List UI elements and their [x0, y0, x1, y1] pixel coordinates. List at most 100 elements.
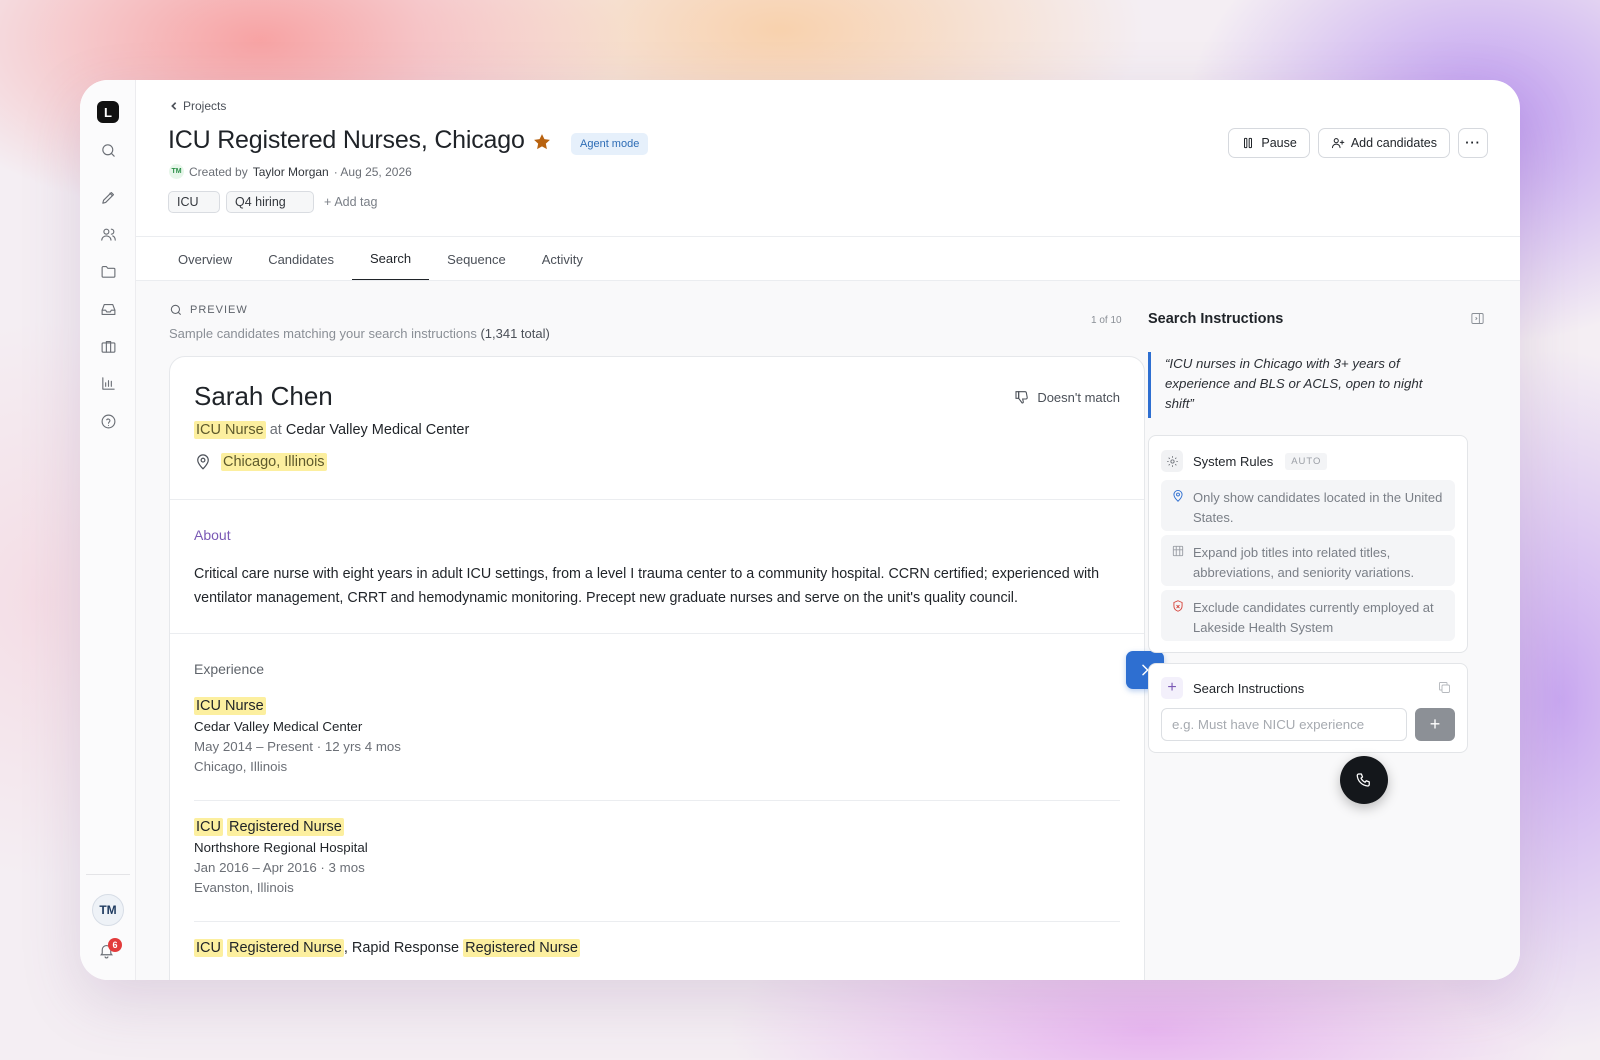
card-divider: [170, 499, 1144, 500]
search-instruction-input[interactable]: [1161, 708, 1407, 741]
more-options-button[interactable]: ···: [1458, 128, 1488, 158]
search-icon[interactable]: [98, 140, 118, 160]
highlighted-title: ICU Nurse: [194, 697, 266, 715]
notification-badge: 6: [108, 938, 122, 952]
highlighted-title: ICU: [194, 818, 223, 836]
highlighted-title: ICU: [194, 939, 223, 957]
candidate-name[interactable]: Sarah Chen: [194, 381, 333, 412]
experience-divider: [194, 800, 1120, 801]
edit-icon[interactable]: [98, 187, 118, 207]
experience-company: Cedar Valley Medical Center: [194, 719, 363, 734]
breadcrumb-label[interactable]: Projects: [183, 99, 226, 113]
preview-header: PREVIEW: [169, 303, 248, 317]
star-icon[interactable]: [532, 132, 552, 152]
add-tag-button[interactable]: + Add tag: [324, 195, 377, 209]
tab-candidates[interactable]: Candidates: [250, 237, 352, 281]
folder-icon[interactable]: [98, 261, 118, 281]
highlighted-title: Registered Nurse: [463, 939, 580, 957]
add-candidates-label: Add candidates: [1350, 136, 1437, 150]
user-plus-icon: [1331, 138, 1345, 149]
search-content: PREVIEW Sample candidates matching your …: [136, 281, 1520, 980]
candidate-location: Chicago, Illinois: [194, 453, 327, 471]
pager-indicator: 1 of 10: [1091, 315, 1122, 326]
inbox-icon[interactable]: [98, 299, 118, 319]
phone-icon: [1356, 773, 1370, 787]
created-meta: TM Created by Taylor Morgan · Aug 25, 20…: [169, 164, 412, 179]
about-text: Critical care nurse with eight years in …: [194, 566, 1100, 606]
chart-icon[interactable]: [98, 373, 118, 393]
pause-button[interactable]: Pause: [1228, 128, 1310, 158]
candidate-role: ICU Nurse at Cedar Valley Medical Center: [194, 421, 470, 439]
creator-avatar: TM: [169, 164, 184, 179]
experience-divider: [194, 921, 1120, 922]
location-text: Chicago, Illinois: [221, 453, 327, 471]
rule-text: Expand job titles into related titles, a…: [1193, 545, 1415, 580]
auto-badge: AUTO: [1285, 452, 1328, 470]
system-rules-label: System Rules: [1193, 453, 1274, 469]
search-instructions-label: Search Instructions: [1193, 680, 1305, 696]
tab-activity[interactable]: Activity: [524, 237, 601, 281]
about-heading: About: [194, 527, 231, 543]
experience-dates: May 2014 – Present · 12 yrs 4 mos: [194, 739, 401, 754]
user-avatar[interactable]: TM: [92, 894, 124, 926]
experience-location: Evanston, Illinois: [194, 880, 294, 895]
pause-icon: [1244, 137, 1253, 149]
card-divider: [170, 633, 1144, 634]
rail-divider: [86, 874, 130, 875]
search-icon: [170, 304, 182, 316]
rule-item: Exclude candidates currently employed at…: [1161, 590, 1455, 641]
instructions-panel: Search Instructions “ICU nurses in Chica…: [1148, 281, 1520, 980]
experience-company: Northshore Regional Hospital: [194, 840, 368, 855]
left-rail: L TM 6: [80, 80, 136, 980]
highlighted-title: Registered Nurse: [227, 818, 344, 836]
tab-overview[interactable]: Overview: [160, 237, 250, 281]
experience-title: ICU Registered Nurse: [194, 818, 1102, 836]
gear-icon: [1161, 450, 1183, 472]
doesnt-match-button[interactable]: Doesn't match: [1014, 389, 1120, 405]
copy-icon[interactable]: [1437, 680, 1453, 696]
system-rules-box: System Rules AUTO Only show candidates l…: [1148, 435, 1468, 653]
doesnt-match-label: Doesn't match: [1037, 389, 1120, 405]
thumbs-down-icon: [1015, 391, 1029, 404]
plus-icon: +: [1161, 677, 1183, 699]
rule-text: Only show candidates located in the Unit…: [1193, 490, 1443, 525]
experience-item: ICU Nurse Cedar Valley Medical Center Ma…: [194, 697, 1102, 774]
system-rules-header: System Rules AUTO: [1161, 450, 1328, 472]
experience-item: ICU Registered Nurse, Rapid Response Reg…: [194, 939, 1102, 961]
tab-search[interactable]: Search: [351, 237, 430, 281]
agent-mode-badge: Agent mode: [571, 133, 649, 155]
breadcrumb[interactable]: Projects: [169, 99, 226, 113]
shield-icon: [1171, 599, 1185, 613]
search-instructions-box: + Search Instructions +: [1148, 663, 1468, 753]
tag-list: ICU Q4 hiring + Add tag: [168, 191, 377, 213]
location-pin-icon: [1171, 489, 1185, 503]
add-candidates-button[interactable]: Add candidates: [1317, 128, 1450, 158]
tag-chip[interactable]: ICU: [168, 191, 220, 213]
location-pin-icon: [197, 454, 209, 470]
app-logo[interactable]: L: [97, 101, 119, 123]
created-date: · Aug 25, 2026: [333, 164, 412, 179]
rule-item: Expand job titles into related titles, a…: [1161, 535, 1455, 586]
rule-item: Only show candidates located in the Unit…: [1161, 480, 1455, 531]
experience-dates: Jan 2016 – Apr 2016 · 3 mos: [194, 860, 365, 875]
preview-subtitle: Sample candidates matching your search i…: [169, 326, 550, 341]
preview-subtitle-text: Sample candidates matching your search i…: [169, 326, 477, 341]
phone-call-button[interactable]: [1340, 756, 1388, 804]
users-icon[interactable]: [98, 224, 118, 244]
app-window: L TM 6 Projects ICU Registered Nurses, C…: [80, 80, 1520, 980]
collapse-panel-icon[interactable]: [1470, 311, 1486, 327]
preview-label: PREVIEW: [190, 304, 248, 316]
role-company: Cedar Valley Medical Center: [285, 422, 470, 438]
briefcase-icon[interactable]: [98, 336, 118, 356]
candidate-card: Sarah Chen Doesn't match ICU Nurse at Ce…: [169, 356, 1145, 980]
search-query-quote: “ICU nurses in Chicago with 3+ years of …: [1148, 352, 1468, 418]
page-title: ICU Registered Nurses, Chicago: [168, 126, 525, 154]
title-suffix: , Rapid Response: [343, 940, 460, 956]
preview-total: (1,341 total): [480, 326, 550, 341]
building-icon: [1171, 544, 1185, 558]
main-area: Projects ICU Registered Nurses, Chicago …: [136, 80, 1520, 980]
help-icon[interactable]: [98, 411, 118, 431]
tag-chip[interactable]: Q4 hiring: [226, 191, 314, 213]
tab-sequence[interactable]: Sequence: [429, 237, 524, 281]
add-instruction-button[interactable]: +: [1415, 708, 1455, 741]
